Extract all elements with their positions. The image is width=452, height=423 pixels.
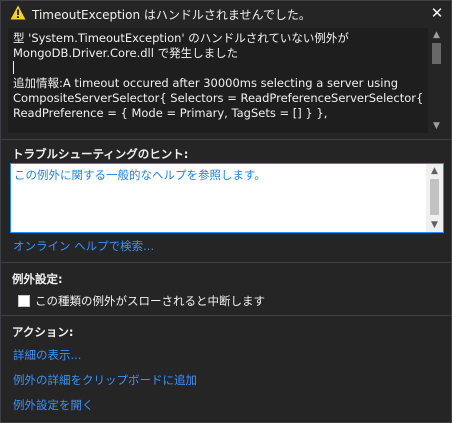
exception-message-box[interactable]: 型 'System.TimeoutException' のハンドルされていない例… [8,28,445,133]
close-button[interactable]: ✕ [429,4,445,22]
title-bar: TimeoutException はハンドルされませんでした。 ✕ [1,1,451,26]
scroll-up-icon[interactable]: ▲ [426,164,443,178]
troubleshooting-tips-box[interactable]: この例外に関する一般的なヘルプを参照します。 ▲ ▼ [10,163,444,233]
scroll-down-icon[interactable]: ▼ [426,218,443,232]
general-help-link[interactable]: この例外に関する一般的なヘルプを参照します。 [14,167,266,183]
online-help-link[interactable]: オンライン ヘルプで検索... [13,238,154,254]
exception-helper-dialog: TimeoutException はハンドルされませんでした。 ✕ 型 'Sys… [0,0,452,423]
scrollbar-thumb[interactable] [432,43,441,64]
exception-settings-heading: 例外設定: [12,272,63,286]
scroll-down-icon[interactable]: ▼ [428,119,445,133]
break-on-exception-label[interactable]: この種類の例外がスローされると中断します [35,293,265,309]
divider [1,315,451,316]
tips-scrollbar[interactable]: ▲ ▼ [426,164,443,232]
divider [1,262,451,263]
exception-message: 型 'System.TimeoutException' のハンドルされていない例… [13,31,423,121]
troubleshooting-heading: トラブルシューティングのヒント: [12,147,189,161]
scroll-up-icon[interactable]: ▲ [428,28,445,42]
text-caret [13,61,423,76]
scrollbar-thumb[interactable] [430,179,439,215]
copy-detail-link[interactable]: 例外の詳細をクリップボードに追加 [13,372,197,388]
message-line: ReadPreference = { Mode = Primary, TagSe… [13,106,328,120]
actions-heading: アクション: [12,325,74,339]
dialog-title: TimeoutException はハンドルされませんでした。 [32,8,311,22]
message-scrollbar[interactable]: ▲ ▼ [428,28,445,133]
view-detail-link[interactable]: 詳細の表示... [13,347,81,363]
open-exception-settings-link[interactable]: 例外設定を開く [13,397,94,413]
divider [1,139,451,140]
warning-triangle-icon [10,5,26,20]
message-line: 型 'System.TimeoutException' のハンドルされていない例… [13,31,349,45]
message-line: 追加情報:A timeout occured after 30000ms sel… [13,76,399,90]
message-line: MongoDB.Driver.Core.dll で発生しました [13,46,239,60]
break-on-exception-checkbox[interactable] [18,295,30,307]
close-icon: ✕ [430,4,444,22]
message-line: CompositeServerSelector{ Selectors = Rea… [13,91,424,105]
